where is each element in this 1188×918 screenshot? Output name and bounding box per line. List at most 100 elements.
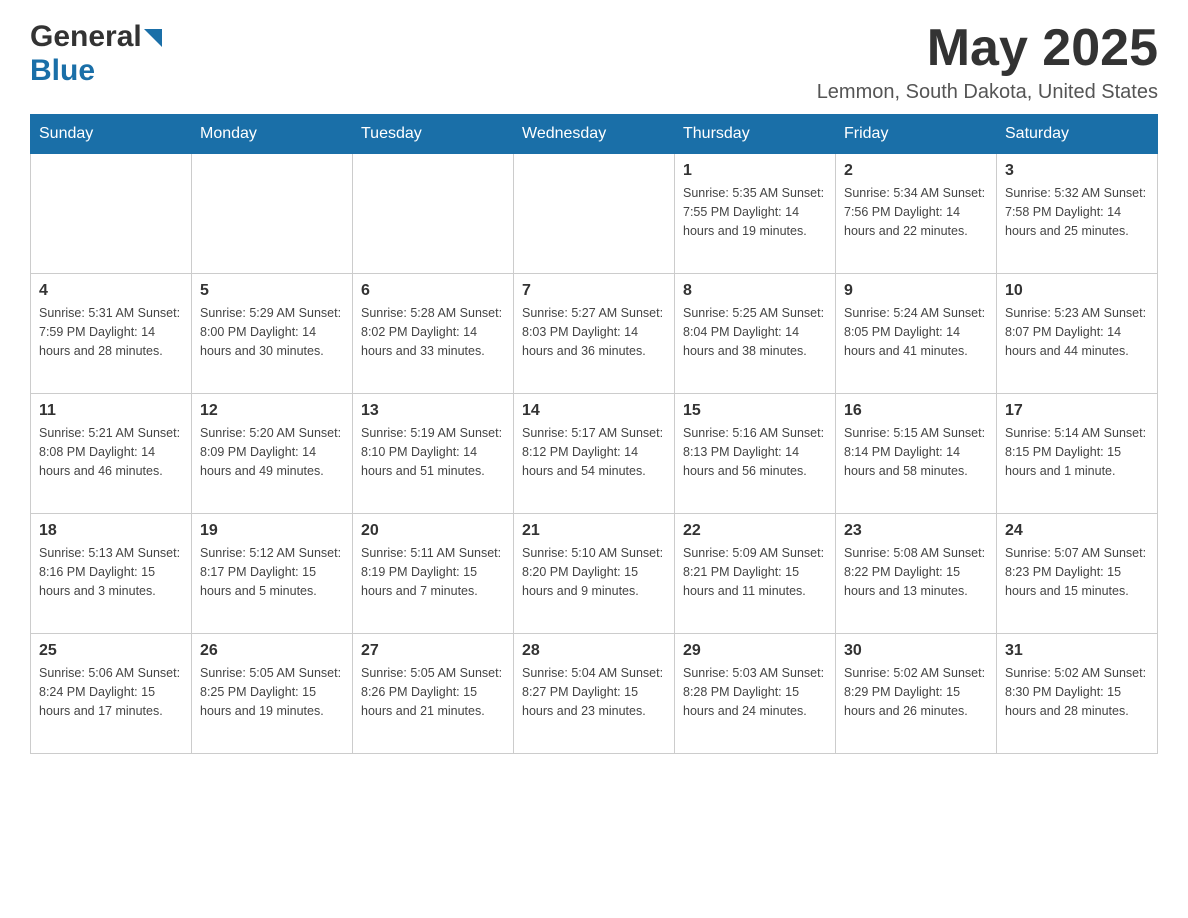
col-monday: Monday [192, 115, 353, 154]
day-info: Sunrise: 5:02 AM Sunset: 8:30 PM Dayligh… [1005, 664, 1149, 720]
table-row: 9 Sunrise: 5:24 AM Sunset: 8:05 PM Daylig… [836, 274, 997, 394]
day-info: Sunrise: 5:12 AM Sunset: 8:17 PM Dayligh… [200, 544, 344, 600]
day-info: Sunrise: 5:27 AM Sunset: 8:03 PM Dayligh… [522, 304, 666, 360]
logo: General Blue [30, 20, 162, 88]
day-info: Sunrise: 5:21 AM Sunset: 8:08 PM Dayligh… [39, 424, 183, 480]
page-header: General Blue May 2025 Lemmon, South Dako… [30, 20, 1158, 104]
day-number: 7 [522, 282, 666, 300]
col-saturday: Saturday [997, 115, 1158, 154]
day-number: 24 [1005, 522, 1149, 540]
day-info: Sunrise: 5:24 AM Sunset: 8:05 PM Dayligh… [844, 304, 988, 360]
logo-blue-text: Blue [30, 54, 95, 87]
day-info: Sunrise: 5:34 AM Sunset: 7:56 PM Dayligh… [844, 184, 988, 240]
day-number: 12 [200, 402, 344, 420]
table-row: 12 Sunrise: 5:20 AM Sunset: 8:09 PM Dayli… [192, 394, 353, 514]
table-row: 1 Sunrise: 5:35 AM Sunset: 7:55 PM Daylig… [675, 154, 836, 274]
day-number: 31 [1005, 642, 1149, 660]
day-info: Sunrise: 5:16 AM Sunset: 8:13 PM Dayligh… [683, 424, 827, 480]
day-number: 30 [844, 642, 988, 660]
calendar-week-row: 18Sunrise: 5:13 AM Sunset: 8:16 PM Dayli… [31, 514, 1158, 634]
logo-general-text: General [30, 20, 142, 54]
table-row [514, 154, 675, 274]
day-number: 15 [683, 402, 827, 420]
day-number: 17 [1005, 402, 1149, 420]
day-info: Sunrise: 5:15 AM Sunset: 8:14 PM Dayligh… [844, 424, 988, 480]
day-info: Sunrise: 5:32 AM Sunset: 7:58 PM Dayligh… [1005, 184, 1149, 240]
table-row: 29 Sunrise: 5:03 AM Sunset: 8:28 PM Dayli… [675, 634, 836, 754]
table-row: 20Sunrise: 5:11 AM Sunset: 8:19 PM Dayli… [353, 514, 514, 634]
day-info: Sunrise: 5:10 AM Sunset: 8:20 PM Dayligh… [522, 544, 666, 600]
day-info: Sunrise: 5:31 AM Sunset: 7:59 PM Dayligh… [39, 304, 183, 360]
table-row: 26 Sunrise: 5:05 AM Sunset: 8:25 PM Dayli… [192, 634, 353, 754]
day-info: Sunrise: 5:04 AM Sunset: 8:27 PM Dayligh… [522, 664, 666, 720]
day-number: 8 [683, 282, 827, 300]
day-number: 26 [200, 642, 344, 660]
day-info: Sunrise: 5:03 AM Sunset: 8:28 PM Dayligh… [683, 664, 827, 720]
table-row: 24Sunrise: 5:07 AM Sunset: 8:23 PM Dayli… [997, 514, 1158, 634]
day-info: Sunrise: 5:05 AM Sunset: 8:26 PM Dayligh… [361, 664, 505, 720]
day-number: 10 [1005, 282, 1149, 300]
day-info: Sunrise: 5:28 AM Sunset: 8:02 PM Dayligh… [361, 304, 505, 360]
table-row: 28 Sunrise: 5:04 AM Sunset: 8:27 PM Dayli… [514, 634, 675, 754]
day-info: Sunrise: 5:09 AM Sunset: 8:21 PM Dayligh… [683, 544, 827, 600]
table-row: 18Sunrise: 5:13 AM Sunset: 8:16 PM Dayli… [31, 514, 192, 634]
day-info: Sunrise: 5:29 AM Sunset: 8:00 PM Dayligh… [200, 304, 344, 360]
day-number: 29 [683, 642, 827, 660]
day-info: Sunrise: 5:19 AM Sunset: 8:10 PM Dayligh… [361, 424, 505, 480]
table-row: 10 Sunrise: 5:23 AM Sunset: 8:07 PM Dayli… [997, 274, 1158, 394]
day-info: Sunrise: 5:17 AM Sunset: 8:12 PM Dayligh… [522, 424, 666, 480]
day-info: Sunrise: 5:23 AM Sunset: 8:07 PM Dayligh… [1005, 304, 1149, 360]
day-number: 11 [39, 402, 183, 420]
table-row: 4 Sunrise: 5:31 AM Sunset: 7:59 PM Daylig… [31, 274, 192, 394]
calendar-week-row: 25Sunrise: 5:06 AM Sunset: 8:24 PM Dayli… [31, 634, 1158, 754]
day-number: 14 [522, 402, 666, 420]
table-row [353, 154, 514, 274]
month-title: May 2025 [817, 20, 1158, 77]
day-number: 2 [844, 162, 988, 180]
table-row: 5 Sunrise: 5:29 AM Sunset: 8:00 PM Daylig… [192, 274, 353, 394]
day-info: Sunrise: 5:05 AM Sunset: 8:25 PM Dayligh… [200, 664, 344, 720]
day-number: 20 [361, 522, 505, 540]
col-sunday: Sunday [31, 115, 192, 154]
table-row: 19 Sunrise: 5:12 AM Sunset: 8:17 PM Dayli… [192, 514, 353, 634]
day-number: 19 [200, 522, 344, 540]
day-number: 28 [522, 642, 666, 660]
day-number: 6 [361, 282, 505, 300]
table-row [192, 154, 353, 274]
table-row: 11 Sunrise: 5:21 AM Sunset: 8:08 PM Dayli… [31, 394, 192, 514]
table-row: 7 Sunrise: 5:27 AM Sunset: 8:03 PM Daylig… [514, 274, 675, 394]
table-row: 8 Sunrise: 5:25 AM Sunset: 8:04 PM Daylig… [675, 274, 836, 394]
table-row: 30Sunrise: 5:02 AM Sunset: 8:29 PM Dayli… [836, 634, 997, 754]
table-row: 16Sunrise: 5:15 AM Sunset: 8:14 PM Dayli… [836, 394, 997, 514]
calendar-week-row: 11 Sunrise: 5:21 AM Sunset: 8:08 PM Dayli… [31, 394, 1158, 514]
day-number: 9 [844, 282, 988, 300]
table-row: 3 Sunrise: 5:32 AM Sunset: 7:58 PM Daylig… [997, 154, 1158, 274]
calendar-table: Sunday Monday Tuesday Wednesday Thursday… [30, 114, 1158, 754]
day-number: 21 [522, 522, 666, 540]
day-number: 5 [200, 282, 344, 300]
calendar-header-row: Sunday Monday Tuesday Wednesday Thursday… [31, 115, 1158, 154]
table-row: 22Sunrise: 5:09 AM Sunset: 8:21 PM Dayli… [675, 514, 836, 634]
day-number: 13 [361, 402, 505, 420]
col-friday: Friday [836, 115, 997, 154]
day-number: 3 [1005, 162, 1149, 180]
table-row: 23 Sunrise: 5:08 AM Sunset: 8:22 PM Dayli… [836, 514, 997, 634]
table-row: 27Sunrise: 5:05 AM Sunset: 8:26 PM Dayli… [353, 634, 514, 754]
table-row: 13 Sunrise: 5:19 AM Sunset: 8:10 PM Dayli… [353, 394, 514, 514]
location-text: Lemmon, South Dakota, United States [817, 81, 1158, 104]
table-row: 14 Sunrise: 5:17 AM Sunset: 8:12 PM Dayli… [514, 394, 675, 514]
col-thursday: Thursday [675, 115, 836, 154]
col-wednesday: Wednesday [514, 115, 675, 154]
day-info: Sunrise: 5:35 AM Sunset: 7:55 PM Dayligh… [683, 184, 827, 240]
day-info: Sunrise: 5:08 AM Sunset: 8:22 PM Dayligh… [844, 544, 988, 600]
day-number: 4 [39, 282, 183, 300]
day-info: Sunrise: 5:25 AM Sunset: 8:04 PM Dayligh… [683, 304, 827, 360]
day-number: 23 [844, 522, 988, 540]
table-row: 6 Sunrise: 5:28 AM Sunset: 8:02 PM Daylig… [353, 274, 514, 394]
day-info: Sunrise: 5:20 AM Sunset: 8:09 PM Dayligh… [200, 424, 344, 480]
table-row: 25Sunrise: 5:06 AM Sunset: 8:24 PM Dayli… [31, 634, 192, 754]
calendar-week-row: 1 Sunrise: 5:35 AM Sunset: 7:55 PM Daylig… [31, 154, 1158, 274]
day-number: 1 [683, 162, 827, 180]
table-row: 21 Sunrise: 5:10 AM Sunset: 8:20 PM Dayli… [514, 514, 675, 634]
table-row: 2 Sunrise: 5:34 AM Sunset: 7:56 PM Daylig… [836, 154, 997, 274]
